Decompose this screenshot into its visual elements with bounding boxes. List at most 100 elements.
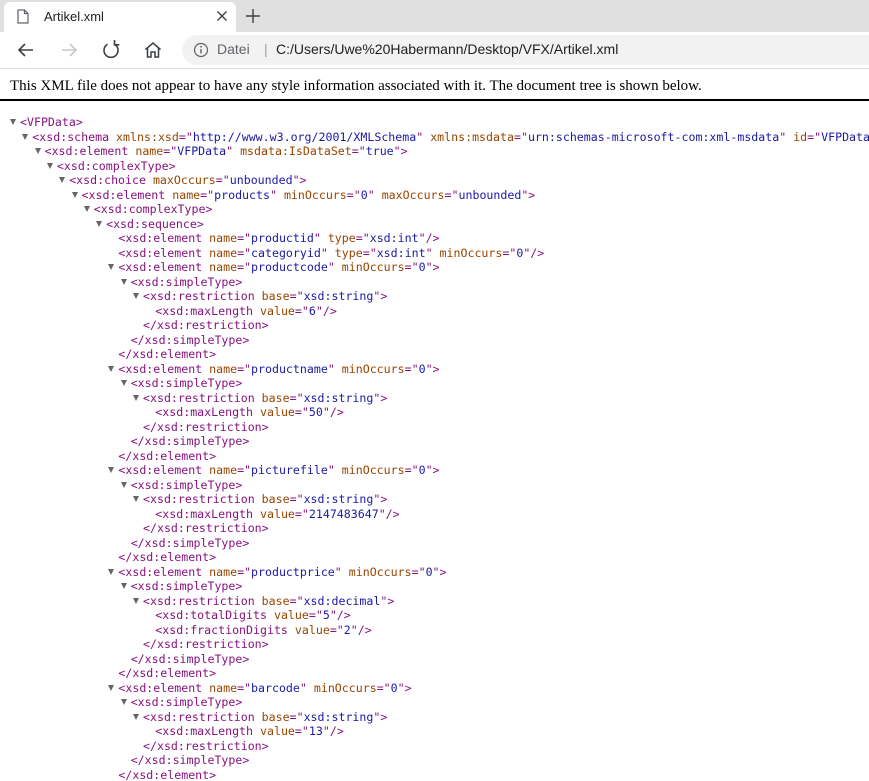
- xml-tag-text: ": [313, 231, 321, 245]
- xml-attribute-name: msdata:IsDataSet: [233, 144, 352, 158]
- collapse-toggle-icon[interactable]: [133, 496, 139, 502]
- collapse-toggle-icon[interactable]: [120, 583, 127, 589]
- xml-line: <xsd:element name="productcode" minOccur…: [118, 260, 439, 275]
- collapse-toggle-icon[interactable]: [133, 293, 139, 299]
- collapse-toggle-icon[interactable]: [46, 162, 53, 169]
- xml-tag-text: =": [329, 622, 344, 637]
- collapse-toggle-icon[interactable]: [133, 713, 139, 720]
- xml-line: <xsd:complexType>: [94, 202, 213, 217]
- xml-attribute-name: type: [327, 245, 363, 260]
- xml-tag-text: =": [289, 709, 304, 724]
- xml-attribute-name: minOccurs: [306, 680, 377, 695]
- xml-tag-text: =": [294, 405, 309, 419]
- xml-tag-text: <xsd:schema: [32, 129, 110, 144]
- home-icon[interactable]: [139, 36, 167, 64]
- xml-tag-text: <xsd:restriction: [143, 492, 255, 506]
- xml-tag-text: =": [178, 129, 193, 144]
- xml-line: </xsd:simpleType>: [131, 652, 250, 667]
- xml-attribute-name: value: [253, 405, 295, 419]
- xml-tag-text: <VFPData>: [20, 115, 83, 129]
- xml-line: <xsd:simpleType>: [131, 579, 243, 594]
- xml-tag-text: =": [294, 724, 309, 738]
- xml-tag-text: =": [215, 173, 230, 187]
- info-icon[interactable]: [193, 42, 209, 58]
- collapse-toggle-icon[interactable]: [120, 380, 127, 386]
- collapse-toggle-icon[interactable]: [108, 467, 115, 473]
- xml-line: <xsd:sequence>: [106, 217, 204, 232]
- collapse-toggle-icon[interactable]: [108, 264, 115, 270]
- xml-tag-text: ">: [432, 564, 447, 579]
- collapse-toggle-icon[interactable]: [34, 148, 41, 154]
- xml-tag-text: </xsd:restriction>: [143, 637, 269, 651]
- xml-attribute-name: type: [320, 231, 356, 245]
- close-icon[interactable]: [211, 5, 233, 27]
- xml-line: </xsd:restriction>: [143, 420, 269, 435]
- xml-tag-text: ">: [393, 144, 408, 158]
- collapse-toggle-icon[interactable]: [133, 597, 139, 604]
- xml-line: </xsd:element>: [118, 550, 216, 565]
- xml-attribute-name: value: [253, 724, 295, 738]
- address-bar[interactable]: Datei | C:/Users/Uwe%20Habermann/Desktop…: [182, 35, 869, 65]
- xml-attribute-value: xsd:string: [303, 492, 374, 506]
- xml-tag-text: </xsd:restriction>: [143, 318, 269, 332]
- xml-tag-text: <xsd:element: [118, 680, 203, 695]
- xml-tag-text: ">: [373, 390, 388, 405]
- xml-line: <xsd:simpleType>: [131, 376, 243, 391]
- xml-attribute-name: minOccurs: [341, 564, 412, 579]
- xml-tag-text: =": [237, 680, 252, 695]
- xml-attribute-name: value: [287, 622, 330, 637]
- xml-attribute-value: 0: [390, 680, 398, 695]
- address-url[interactable]: C:/Users/Uwe%20Habermann/Desktop/VFX/Art…: [276, 41, 618, 57]
- refresh-icon[interactable]: [97, 36, 125, 64]
- xml-tag-text: <xsd:restriction: [143, 390, 255, 405]
- tab-strip: Artikel.xml: [0, 0, 869, 32]
- xml-line: <xsd:maxLength value="6"/>: [155, 304, 337, 319]
- forward-arrow-icon[interactable]: [55, 36, 83, 64]
- collapse-toggle-icon[interactable]: [120, 481, 127, 488]
- xml-tag-text: =": [444, 187, 459, 202]
- xml-attribute-value: VFPData: [177, 144, 227, 158]
- xml-line: <xsd:restriction base="xsd:string">: [143, 289, 387, 304]
- xml-tag-text: <xsd:element: [44, 144, 129, 158]
- xml-tag-text: =": [200, 187, 215, 202]
- xml-tag-text: =": [294, 303, 309, 318]
- navigation-toolbar: Datei | C:/Users/Uwe%20Habermann/Desktop…: [0, 32, 869, 69]
- xml-tag-text: <xsd:sequence>: [106, 216, 204, 231]
- xml-tag-text: =": [237, 361, 252, 376]
- xml-attribute-value: xsd:string: [303, 289, 374, 303]
- xml-line: </xsd:restriction>: [143, 637, 269, 652]
- xml-tag-text: =": [289, 289, 304, 303]
- tab-artikel-xml[interactable]: Artikel.xml: [4, 2, 236, 32]
- collapse-toggle-icon[interactable]: [133, 394, 139, 401]
- xml-line: <xsd:choice maxOccurs="unbounded">: [69, 173, 306, 188]
- xml-tag-text: </xsd:restriction>: [143, 738, 269, 753]
- xml-tag-text: =": [807, 129, 822, 144]
- collapse-toggle-icon[interactable]: [108, 684, 115, 691]
- collapse-toggle-icon[interactable]: [59, 177, 66, 183]
- xml-tag-text: =": [237, 564, 252, 579]
- collapse-toggle-icon[interactable]: [120, 699, 127, 705]
- xml-tag-text: =": [237, 245, 252, 260]
- collapse-toggle-icon[interactable]: [83, 206, 90, 212]
- collapse-toggle-icon[interactable]: [22, 133, 29, 140]
- collapse-toggle-icon[interactable]: [120, 278, 127, 285]
- collapse-toggle-icon[interactable]: [108, 365, 115, 372]
- xml-tag-text: =": [289, 390, 304, 405]
- address-separator: |: [264, 41, 268, 57]
- collapse-toggle-icon[interactable]: [10, 119, 16, 125]
- xml-attribute-value: productname: [251, 361, 328, 376]
- xml-tag-text: "/>: [315, 303, 337, 318]
- plus-icon[interactable]: [241, 4, 265, 28]
- xml-line: <xsd:totalDigits value="5"/>: [155, 608, 350, 623]
- back-arrow-icon[interactable]: [12, 36, 40, 64]
- xml-tag-text: =": [513, 129, 528, 144]
- xml-attribute-name: minOccurs: [334, 361, 405, 376]
- xml-tag-text: </xsd:element>: [118, 347, 217, 361]
- tab-title: Artikel.xml: [44, 9, 104, 24]
- xml-tag-text: =": [237, 260, 252, 274]
- collapse-toggle-icon[interactable]: [71, 191, 78, 198]
- xml-line: </xsd:restriction>: [143, 521, 269, 536]
- collapse-toggle-icon[interactable]: [96, 220, 103, 227]
- xml-line: <xsd:simpleType>: [131, 695, 243, 710]
- collapse-toggle-icon[interactable]: [108, 568, 115, 575]
